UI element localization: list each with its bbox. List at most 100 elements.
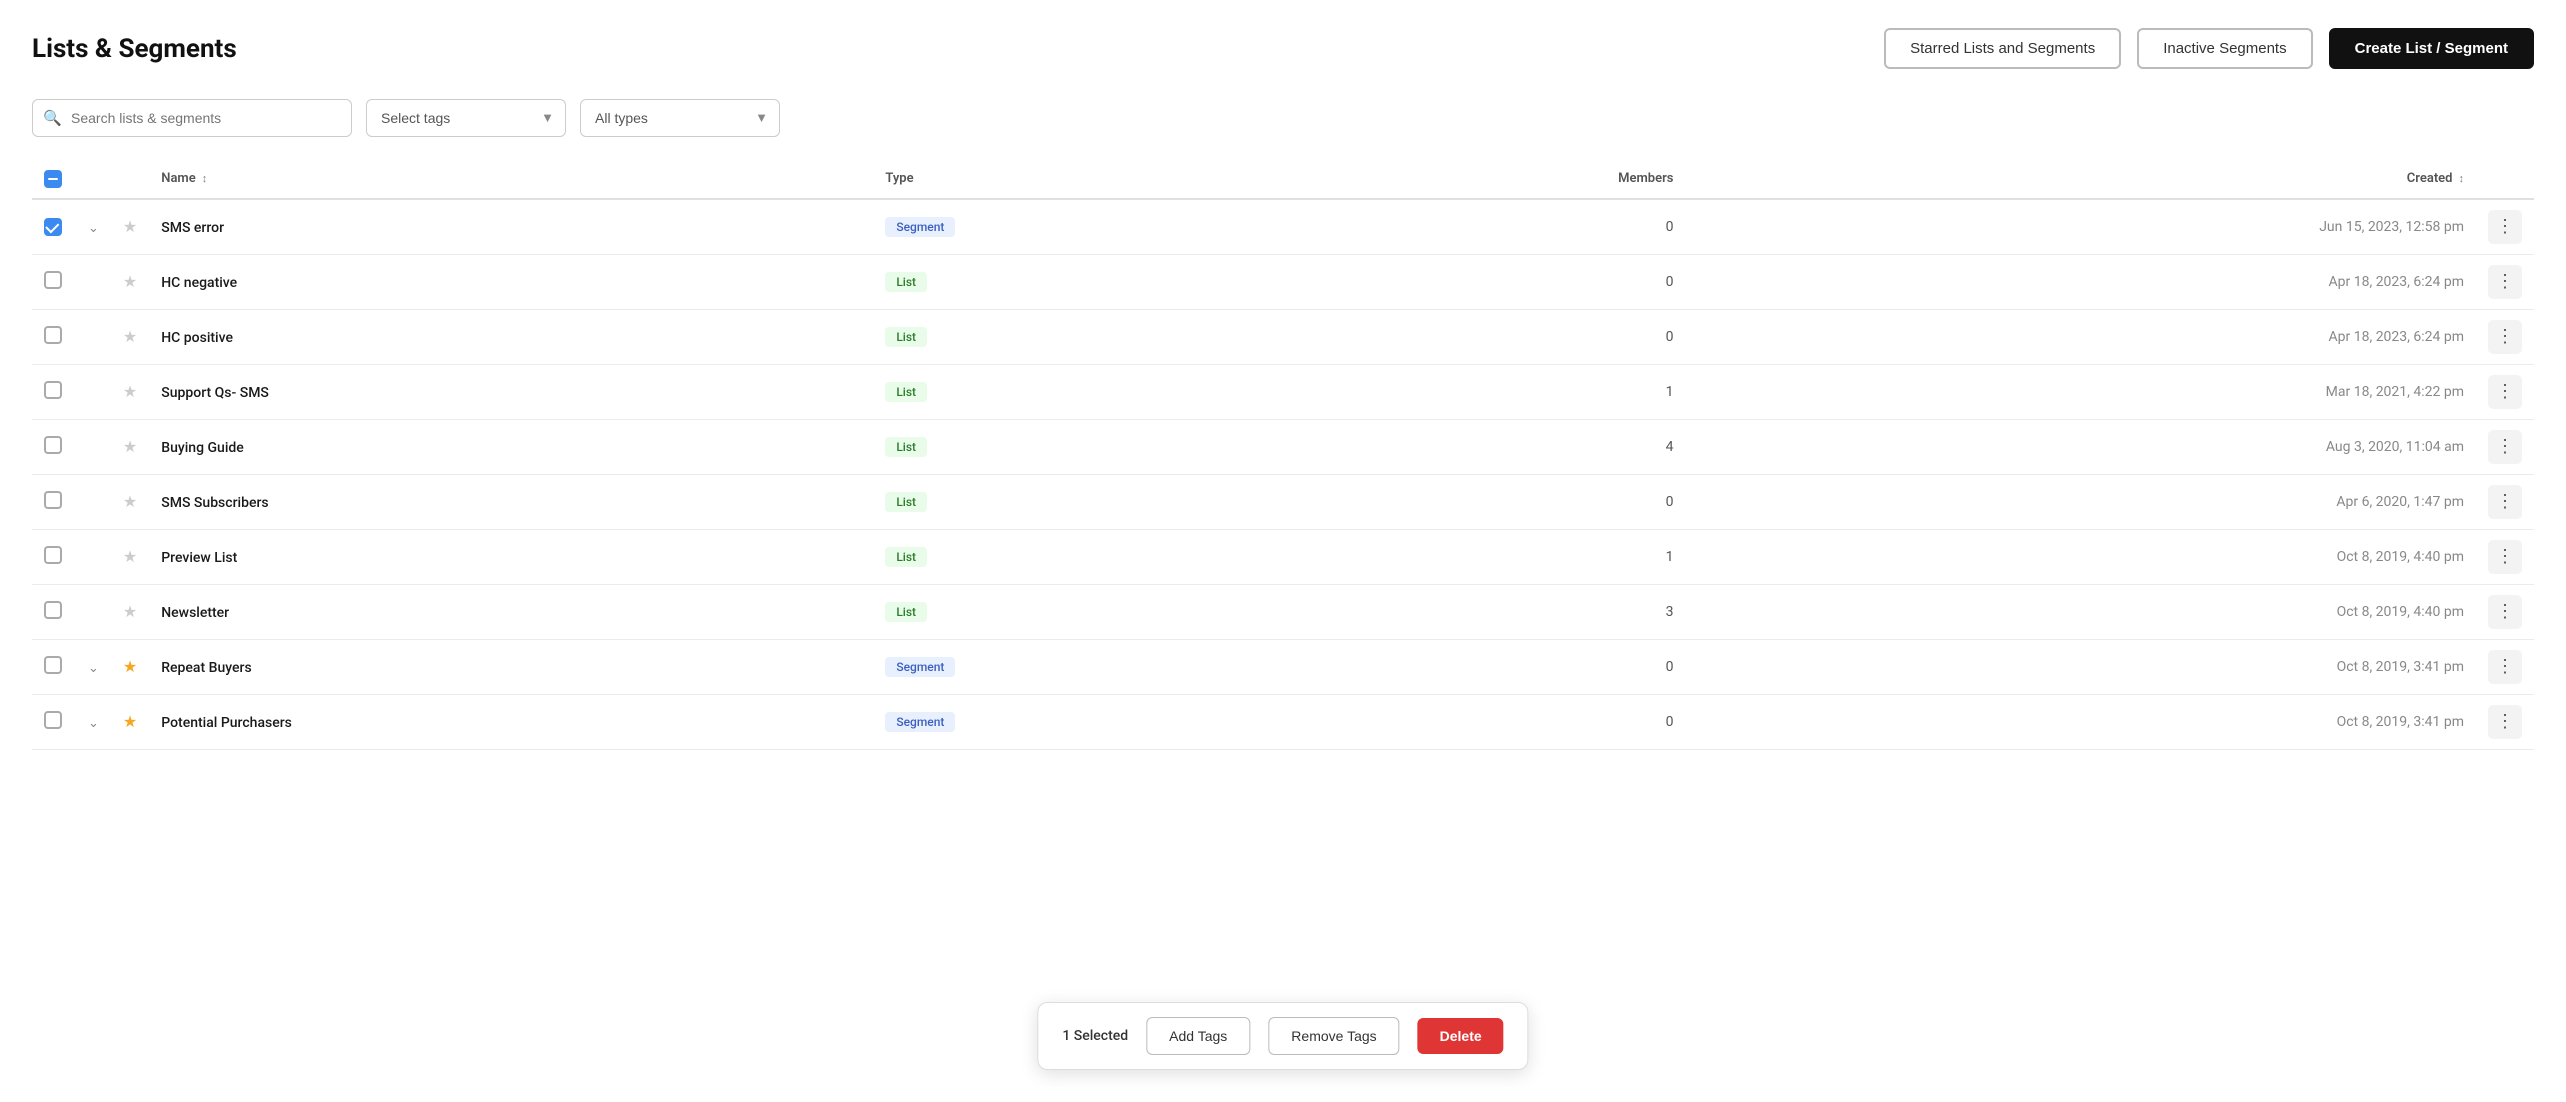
row-more-button[interactable]: ⋮	[2488, 430, 2522, 464]
row-name-link[interactable]: Support Qs- SMS	[161, 385, 269, 401]
expand-icon[interactable]: ⌄	[88, 221, 99, 236]
row-name-link[interactable]: HC positive	[161, 330, 233, 346]
row-type-cell: Segment	[873, 694, 1314, 749]
star-icon[interactable]: ★	[123, 272, 137, 291]
row-more-button[interactable]: ⋮	[2488, 485, 2522, 519]
type-badge: List	[885, 602, 927, 622]
row-name-cell: Support Qs- SMS	[149, 364, 873, 419]
type-badge: Segment	[885, 712, 955, 732]
star-icon[interactable]: ★	[123, 712, 137, 731]
row-name-cell: SMS Subscribers	[149, 474, 873, 529]
row-checkbox-cell	[32, 199, 76, 255]
row-checkbox[interactable]	[44, 436, 62, 454]
create-list-segment-button[interactable]: Create List / Segment	[2329, 28, 2534, 69]
type-select[interactable]: All types List Segment	[580, 99, 780, 137]
star-icon[interactable]: ★	[123, 217, 137, 236]
star-icon[interactable]: ★	[123, 547, 137, 566]
row-name-link[interactable]: SMS Subscribers	[161, 495, 268, 511]
action-bar: 1 Selected Add Tags Remove Tags Delete	[1037, 1002, 1528, 1070]
th-checkbox	[32, 159, 76, 199]
row-checkbox[interactable]	[44, 271, 62, 289]
row-type-cell: List	[873, 529, 1314, 584]
star-icon[interactable]: ★	[123, 602, 137, 621]
row-more-button[interactable]: ⋮	[2488, 265, 2522, 299]
row-created-cell: Oct 8, 2019, 4:40 pm	[1685, 529, 2476, 584]
th-created-label: Created	[2407, 171, 2453, 186]
row-name-link[interactable]: Repeat Buyers	[161, 660, 251, 676]
type-badge: Segment	[885, 657, 955, 677]
row-name-link[interactable]: Potential Purchasers	[161, 715, 292, 731]
row-more-button[interactable]: ⋮	[2488, 540, 2522, 574]
page-header: Lists & Segments Starred Lists and Segme…	[32, 28, 2534, 69]
table-row: ⌄ ★ SMS error Segment 0 Jun 15, 2023, 12…	[32, 199, 2534, 255]
table-row: ★ SMS Subscribers List 0 Apr 6, 2020, 1:…	[32, 474, 2534, 529]
tags-select[interactable]: Select tags	[366, 99, 566, 137]
row-checkbox-cell	[32, 254, 76, 309]
row-actions-cell: ⋮	[2476, 474, 2534, 529]
row-checkbox[interactable]	[44, 656, 62, 674]
star-icon[interactable]: ★	[123, 382, 137, 401]
row-checkbox-cell	[32, 364, 76, 419]
row-star-cell: ★	[111, 309, 149, 364]
inactive-segments-button[interactable]: Inactive Segments	[2137, 28, 2312, 69]
row-more-button[interactable]: ⋮	[2488, 595, 2522, 629]
remove-tags-button[interactable]: Remove Tags	[1268, 1017, 1399, 1055]
type-badge: Segment	[885, 217, 955, 237]
row-checkbox-cell	[32, 309, 76, 364]
row-checkbox[interactable]	[44, 491, 62, 509]
search-input[interactable]	[32, 99, 352, 137]
row-expand-cell	[76, 364, 111, 419]
row-checkbox[interactable]	[44, 326, 62, 344]
row-star-cell: ★	[111, 254, 149, 309]
row-name-link[interactable]: Buying Guide	[161, 440, 244, 456]
row-checkbox[interactable]	[44, 711, 62, 729]
row-created-cell: Mar 18, 2021, 4:22 pm	[1685, 364, 2476, 419]
row-star-cell: ★	[111, 474, 149, 529]
row-more-button[interactable]: ⋮	[2488, 650, 2522, 684]
header-actions: Starred Lists and Segments Inactive Segm…	[1884, 28, 2534, 69]
th-members: Members	[1314, 159, 1686, 199]
row-actions-cell: ⋮	[2476, 529, 2534, 584]
star-icon[interactable]: ★	[123, 492, 137, 511]
row-expand-cell: ⌄	[76, 199, 111, 255]
star-icon[interactable]: ★	[123, 657, 137, 676]
row-name-link[interactable]: SMS error	[161, 220, 224, 236]
row-expand-cell	[76, 584, 111, 639]
table-row: ★ Buying Guide List 4 Aug 3, 2020, 11:04…	[32, 419, 2534, 474]
row-more-button[interactable]: ⋮	[2488, 705, 2522, 739]
tags-select-wrap: Select tags ▼	[366, 99, 566, 137]
row-name-link[interactable]: Preview List	[161, 550, 237, 566]
row-type-cell: List	[873, 419, 1314, 474]
expand-icon[interactable]: ⌄	[88, 661, 99, 676]
page-container: Lists & Segments Starred Lists and Segme…	[0, 0, 2566, 1102]
star-icon[interactable]: ★	[123, 437, 137, 456]
filters-row: 🔍 Select tags ▼ All types List Segment ▼	[32, 99, 2534, 137]
row-members-cell: 1	[1314, 529, 1686, 584]
row-more-button[interactable]: ⋮	[2488, 320, 2522, 354]
starred-lists-button[interactable]: Starred Lists and Segments	[1884, 28, 2121, 69]
row-more-button[interactable]: ⋮	[2488, 210, 2522, 244]
name-sort-icon[interactable]: ↕	[202, 172, 208, 185]
row-more-button[interactable]: ⋮	[2488, 375, 2522, 409]
row-name-cell: Potential Purchasers	[149, 694, 873, 749]
row-expand-cell: ⌄	[76, 639, 111, 694]
delete-button[interactable]: Delete	[1418, 1018, 1504, 1054]
add-tags-button[interactable]: Add Tags	[1146, 1017, 1250, 1055]
th-type: Type	[873, 159, 1314, 199]
row-checkbox[interactable]	[44, 601, 62, 619]
row-checkbox-cell	[32, 529, 76, 584]
expand-icon[interactable]: ⌄	[88, 716, 99, 731]
table-row: ★ Preview List List 1 Oct 8, 2019, 4:40 …	[32, 529, 2534, 584]
star-icon[interactable]: ★	[123, 327, 137, 346]
row-star-cell: ★	[111, 419, 149, 474]
row-created-cell: Aug 3, 2020, 11:04 am	[1685, 419, 2476, 474]
select-all-checkbox[interactable]	[44, 170, 62, 188]
row-checkbox[interactable]	[44, 218, 62, 236]
row-checkbox[interactable]	[44, 381, 62, 399]
row-name-link[interactable]: HC negative	[161, 275, 237, 291]
row-checkbox[interactable]	[44, 546, 62, 564]
row-name-cell: HC positive	[149, 309, 873, 364]
row-name-link[interactable]: Newsletter	[161, 605, 229, 621]
row-members-cell: 0	[1314, 694, 1686, 749]
created-sort-icon[interactable]: ↕	[2459, 172, 2465, 185]
